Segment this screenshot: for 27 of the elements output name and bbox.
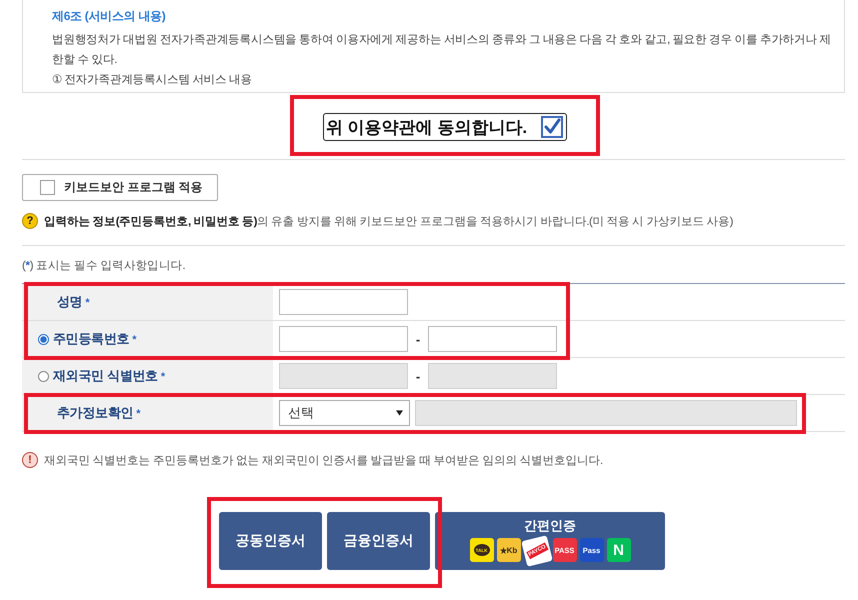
checkbox[interactable] <box>40 180 55 195</box>
provider-logo: Kb <box>496 538 520 562</box>
field-label: 추가정보확인 * <box>57 404 140 422</box>
keyboard-notice-text: 입력하는 정보(주민등록번호, 비밀번호 등)의 유출 방지를 위해 키보드보안 프로그램을 적용하시기 바랍니다.(미 적용 시 가상키보드 사용) <box>44 214 733 228</box>
input-field[interactable] <box>428 326 557 352</box>
field-label: 주민등록번호 * <box>53 330 136 348</box>
checkbox[interactable] <box>541 116 564 138</box>
exclamation-icon: ! <box>22 452 38 468</box>
field-label: 재외국민 식별번호 * <box>53 367 165 385</box>
input-field[interactable] <box>279 289 408 315</box>
keyboard-security-button[interactable]: 키보드보안 프로그램 적용 <box>22 174 218 201</box>
certificate-button[interactable]: 금융인증서 <box>327 512 430 570</box>
note-text: 재외국민 식별번호는 주민등록번호가 없는 재외국민이 인증서를 발급받을 때 부여받은 임의의 식별번호입니다. <box>44 454 603 468</box>
terms-paragraph: 법원행정처가 대법원 전자가족관계등록시스템을 통하여 이용자에게 제공하는 서비스의 종류와 그 내용은 다음 각 호와 같고, 필요한 경우 이를 추가하거나 제한할 수 있다. <box>52 33 832 68</box>
dash-separator: - <box>414 368 422 384</box>
dash-separator: - <box>414 332 422 346</box>
radio-button[interactable] <box>38 334 49 344</box>
field-label: 성명 * <box>57 293 90 311</box>
input-field[interactable] <box>279 326 408 352</box>
provider-logo: N <box>606 538 630 562</box>
caret-icon <box>396 410 403 416</box>
required-legend: (*) 표시는 필수 입력사항입니다. <box>22 258 845 274</box>
certificate-button[interactable]: 공동인증서 <box>219 512 322 570</box>
terms-item: ① 전자가족관계등록시스템 서비스 내용 <box>52 73 253 88</box>
question-icon: ? <box>22 213 38 229</box>
consent-checkbox-label[interactable]: 위 이용약관에 동의합니다. <box>322 113 568 141</box>
terms-heading: 제6조 (서비스의 내용) <box>52 8 166 25</box>
